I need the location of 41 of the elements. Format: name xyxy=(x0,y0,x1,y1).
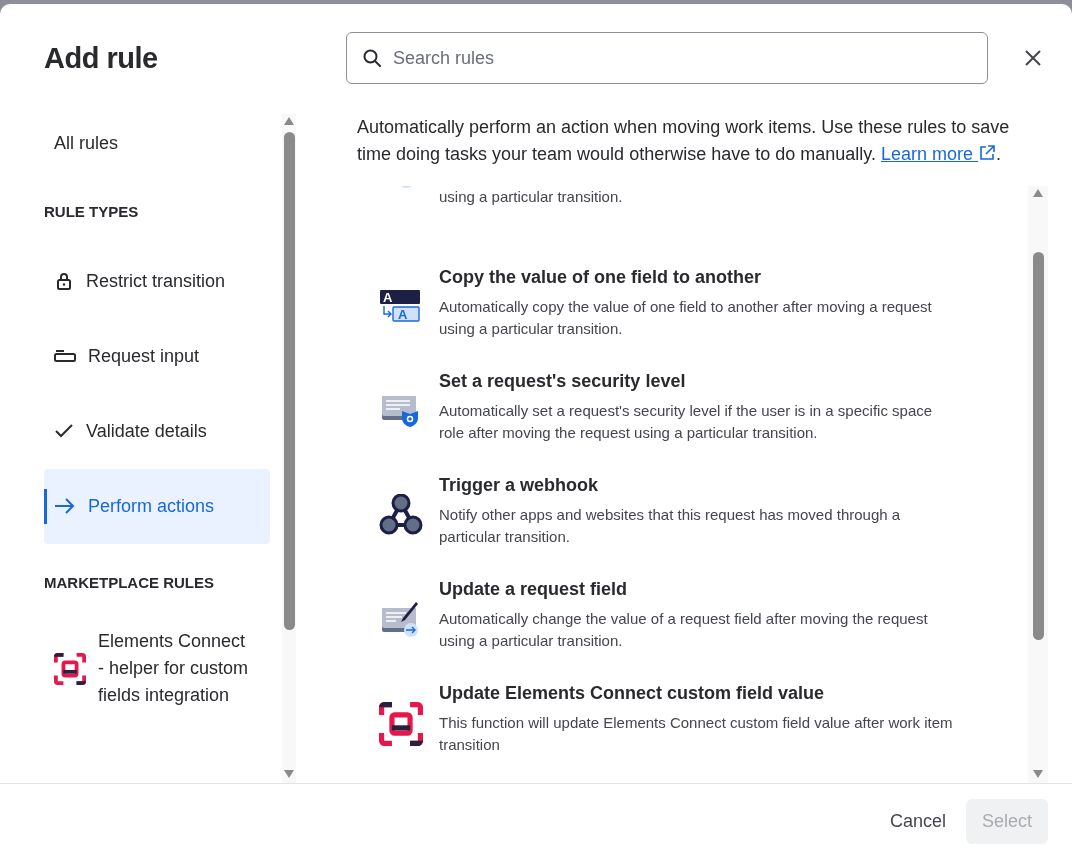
rule-title: Set a request's security level xyxy=(439,370,687,393)
bracket-square-icon xyxy=(379,702,423,746)
sidebar-item[interactable]: Elements Connect - helper for custom fields integration xyxy=(44,614,270,723)
scroll-down-icon[interactable] xyxy=(1032,769,1044,779)
dialog-title: Add rule xyxy=(44,40,159,76)
scroll-thumb[interactable] xyxy=(1032,252,1044,640)
sidebar-item[interactable]: Perform actions xyxy=(44,468,270,544)
learn-more-link[interactable]: Learn more xyxy=(880,144,996,164)
rule-description: Automatically copy the value of one field to another after moving a request using a particular transition. xyxy=(439,297,933,339)
rule-title: Trigger a webhook xyxy=(439,474,600,497)
bracket-square-icon xyxy=(54,652,86,685)
cancel-button[interactable]: Cancel xyxy=(877,798,958,844)
rule-title: Update Elements Connect custom field value xyxy=(439,682,826,705)
section-heading: MARKETPLACE RULES xyxy=(44,572,215,593)
scroll-up-icon[interactable] xyxy=(283,116,295,126)
arrow-right-icon xyxy=(54,498,76,514)
rule-description: Notify other apps and websites that this request has moved through a particular transition. xyxy=(439,505,902,547)
check-icon xyxy=(54,423,74,439)
close-icon[interactable] xyxy=(1024,49,1042,67)
search-field[interactable]: Search rules xyxy=(346,32,988,84)
rule-description: Automatically set a request's security level if the user is in a specific space role after moving the request using a particular transition. xyxy=(439,401,934,443)
sidebar-item[interactable]: Request input xyxy=(44,318,270,394)
sidebar-item[interactable]: Restrict transition xyxy=(44,243,270,319)
rule-description: This function will update Elements Connect custom field value after work item transition xyxy=(439,713,954,755)
input-box-icon xyxy=(54,349,76,363)
rule-title: Copy the value of one field to another xyxy=(439,266,763,289)
section-heading: RULE TYPES xyxy=(44,202,140,222)
scroll-down-icon[interactable] xyxy=(283,769,295,779)
rule-title: Update a request field xyxy=(439,578,629,601)
rule-description: Automatically change the value of a request field after moving the request using a particular transition. xyxy=(439,609,929,651)
scrollbar[interactable] xyxy=(282,114,296,783)
rule-description: using a particular transition. xyxy=(439,187,623,207)
sidebar-item[interactable]: All rules xyxy=(44,114,270,173)
scroll-thumb[interactable] xyxy=(283,132,295,630)
lock-icon xyxy=(54,271,74,291)
webhook-icon xyxy=(379,494,423,536)
scrollbar[interactable] xyxy=(1028,186,1048,783)
sidebar-item[interactable]: Validate details xyxy=(44,393,270,469)
scroll-up-icon[interactable] xyxy=(1032,188,1044,198)
intro-text: Automatically perform an action when moving work items. Use these rules to save time doing tasks your team would otherwise have to do manually. Learn more . xyxy=(357,116,1011,166)
external-link-icon[interactable] xyxy=(978,144,996,162)
